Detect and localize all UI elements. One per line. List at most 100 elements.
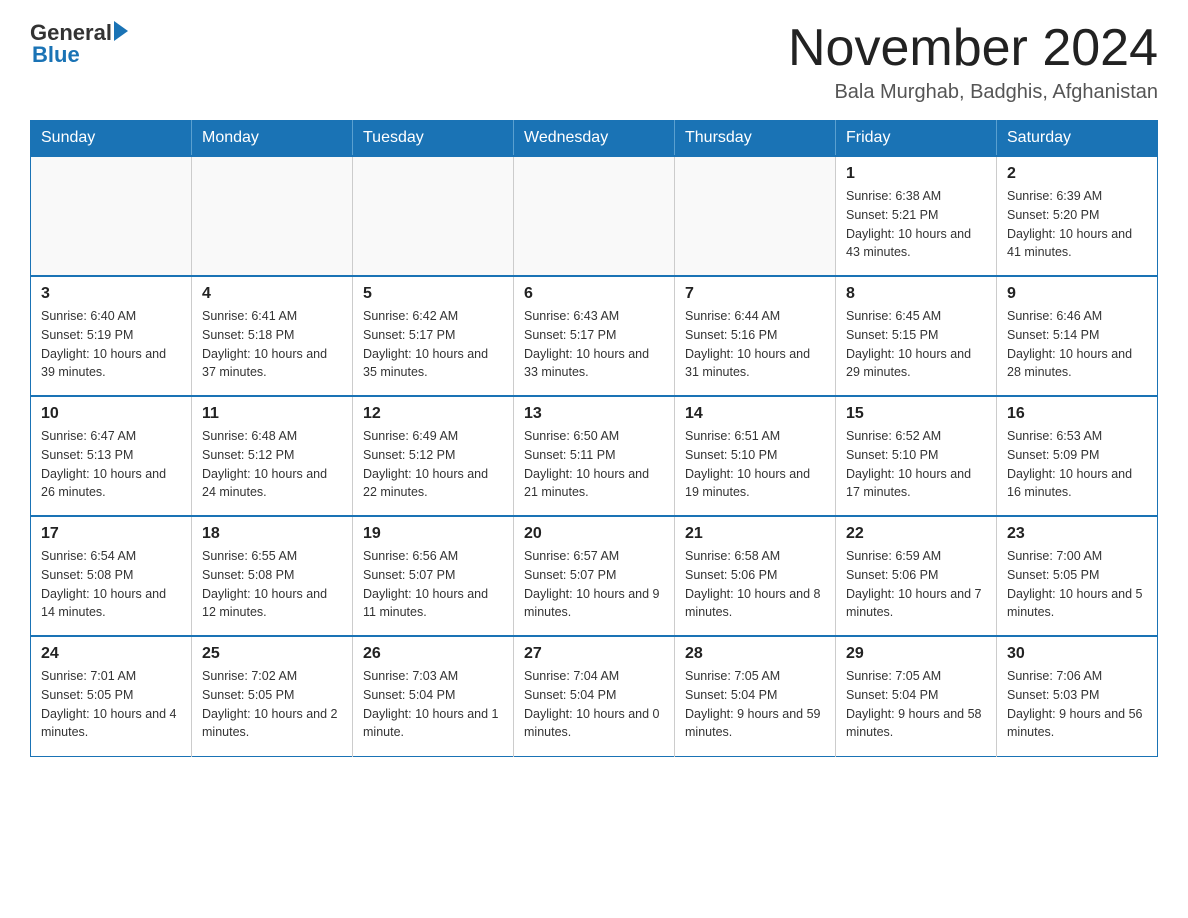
day-info: Sunrise: 6:48 AM Sunset: 5:12 PM Dayligh… bbox=[202, 427, 342, 502]
day-number: 21 bbox=[685, 525, 825, 543]
day-info: Sunrise: 6:40 AM Sunset: 5:19 PM Dayligh… bbox=[41, 307, 181, 382]
calendar-cell: 12 Sunrise: 6:49 AM Sunset: 5:12 PM Dayli… bbox=[353, 396, 514, 516]
header-monday: Monday bbox=[192, 121, 353, 157]
day-info: Sunrise: 6:59 AM Sunset: 5:06 PM Dayligh… bbox=[846, 547, 986, 622]
day-info: Sunrise: 7:00 AM Sunset: 5:05 PM Dayligh… bbox=[1007, 547, 1147, 622]
calendar-cell: 10Sunrise: 6:47 AM Sunset: 5:13 PM Dayli… bbox=[31, 396, 192, 516]
day-number: 14 bbox=[685, 405, 825, 423]
calendar-header-row: SundayMondayTuesdayWednesdayThursdayFrid… bbox=[31, 121, 1158, 157]
day-number: 30 bbox=[1007, 645, 1147, 663]
day-info: Sunrise: 7:05 AM Sunset: 5:04 PM Dayligh… bbox=[846, 667, 986, 742]
week-row-1: 1 Sunrise: 6:38 AM Sunset: 5:21 PM Daylig… bbox=[31, 156, 1158, 276]
day-info: Sunrise: 6:52 AM Sunset: 5:10 PM Dayligh… bbox=[846, 427, 986, 502]
day-info: Sunrise: 7:04 AM Sunset: 5:04 PM Dayligh… bbox=[524, 667, 664, 742]
day-info: Sunrise: 6:49 AM Sunset: 5:12 PM Dayligh… bbox=[363, 427, 503, 502]
calendar-cell: 26Sunrise: 7:03 AM Sunset: 5:04 PM Dayli… bbox=[353, 636, 514, 756]
day-info: Sunrise: 6:39 AM Sunset: 5:20 PM Dayligh… bbox=[1007, 187, 1147, 262]
day-info: Sunrise: 7:05 AM Sunset: 5:04 PM Dayligh… bbox=[685, 667, 825, 742]
calendar-cell: 13 Sunrise: 6:50 AM Sunset: 5:11 PM Dayli… bbox=[514, 396, 675, 516]
day-info: Sunrise: 6:58 AM Sunset: 5:06 PM Dayligh… bbox=[685, 547, 825, 622]
day-number: 28 bbox=[685, 645, 825, 663]
header-thursday: Thursday bbox=[675, 121, 836, 157]
day-number: 3 bbox=[41, 285, 181, 303]
calendar-cell: 7 Sunrise: 6:44 AM Sunset: 5:16 PM Daylig… bbox=[675, 276, 836, 396]
day-info: Sunrise: 7:02 AM Sunset: 5:05 PM Dayligh… bbox=[202, 667, 342, 742]
title-area: November 2024 Bala Murghab, Badghis, Afg… bbox=[788, 20, 1158, 104]
calendar-cell: 21 Sunrise: 6:58 AM Sunset: 5:06 PM Dayli… bbox=[675, 516, 836, 636]
calendar-cell: 17 Sunrise: 6:54 AM Sunset: 5:08 PM Dayli… bbox=[31, 516, 192, 636]
week-row-4: 17 Sunrise: 6:54 AM Sunset: 5:08 PM Dayli… bbox=[31, 516, 1158, 636]
calendar-cell: 28 Sunrise: 7:05 AM Sunset: 5:04 PM Dayli… bbox=[675, 636, 836, 756]
day-number: 17 bbox=[41, 525, 181, 543]
day-number: 13 bbox=[524, 405, 664, 423]
day-number: 5 bbox=[363, 285, 503, 303]
calendar-cell: 19Sunrise: 6:56 AM Sunset: 5:07 PM Dayli… bbox=[353, 516, 514, 636]
day-info: Sunrise: 6:55 AM Sunset: 5:08 PM Dayligh… bbox=[202, 547, 342, 622]
calendar-cell: 8 Sunrise: 6:45 AM Sunset: 5:15 PM Daylig… bbox=[836, 276, 997, 396]
day-number: 15 bbox=[846, 405, 986, 423]
calendar-cell: 18Sunrise: 6:55 AM Sunset: 5:08 PM Dayli… bbox=[192, 516, 353, 636]
day-info: Sunrise: 6:51 AM Sunset: 5:10 PM Dayligh… bbox=[685, 427, 825, 502]
calendar-cell: 3 Sunrise: 6:40 AM Sunset: 5:19 PM Daylig… bbox=[31, 276, 192, 396]
day-info: Sunrise: 6:42 AM Sunset: 5:17 PM Dayligh… bbox=[363, 307, 503, 382]
calendar-cell: 23 Sunrise: 7:00 AM Sunset: 5:05 PM Dayli… bbox=[997, 516, 1158, 636]
day-info: Sunrise: 6:50 AM Sunset: 5:11 PM Dayligh… bbox=[524, 427, 664, 502]
calendar-cell: 2 Sunrise: 6:39 AM Sunset: 5:20 PM Daylig… bbox=[997, 156, 1158, 276]
calendar-cell: 15 Sunrise: 6:52 AM Sunset: 5:10 PM Dayli… bbox=[836, 396, 997, 516]
day-info: Sunrise: 7:01 AM Sunset: 5:05 PM Dayligh… bbox=[41, 667, 181, 742]
calendar-cell: 27 Sunrise: 7:04 AM Sunset: 5:04 PM Dayli… bbox=[514, 636, 675, 756]
calendar-cell: 5 Sunrise: 6:42 AM Sunset: 5:17 PM Daylig… bbox=[353, 276, 514, 396]
day-number: 23 bbox=[1007, 525, 1147, 543]
day-number: 1 bbox=[846, 165, 986, 183]
calendar-cell bbox=[514, 156, 675, 276]
week-row-2: 3 Sunrise: 6:40 AM Sunset: 5:19 PM Daylig… bbox=[31, 276, 1158, 396]
calendar-cell: 25 Sunrise: 7:02 AM Sunset: 5:05 PM Dayli… bbox=[192, 636, 353, 756]
calendar-cell bbox=[31, 156, 192, 276]
day-info: Sunrise: 6:45 AM Sunset: 5:15 PM Dayligh… bbox=[846, 307, 986, 382]
logo-blue: Blue bbox=[30, 42, 80, 68]
day-number: 22 bbox=[846, 525, 986, 543]
day-number: 16 bbox=[1007, 405, 1147, 423]
day-info: Sunrise: 6:53 AM Sunset: 5:09 PM Dayligh… bbox=[1007, 427, 1147, 502]
day-info: Sunrise: 6:56 AM Sunset: 5:07 PM Dayligh… bbox=[363, 547, 503, 622]
day-number: 25 bbox=[202, 645, 342, 663]
day-number: 12 bbox=[363, 405, 503, 423]
calendar-cell: 22 Sunrise: 6:59 AM Sunset: 5:06 PM Dayli… bbox=[836, 516, 997, 636]
day-number: 6 bbox=[524, 285, 664, 303]
day-info: Sunrise: 6:54 AM Sunset: 5:08 PM Dayligh… bbox=[41, 547, 181, 622]
day-info: Sunrise: 6:43 AM Sunset: 5:17 PM Dayligh… bbox=[524, 307, 664, 382]
calendar-cell: 29 Sunrise: 7:05 AM Sunset: 5:04 PM Dayli… bbox=[836, 636, 997, 756]
day-number: 29 bbox=[846, 645, 986, 663]
day-info: Sunrise: 7:06 AM Sunset: 5:03 PM Dayligh… bbox=[1007, 667, 1147, 742]
day-number: 8 bbox=[846, 285, 986, 303]
calendar-cell: 24Sunrise: 7:01 AM Sunset: 5:05 PM Dayli… bbox=[31, 636, 192, 756]
day-number: 7 bbox=[685, 285, 825, 303]
calendar-cell: 6 Sunrise: 6:43 AM Sunset: 5:17 PM Daylig… bbox=[514, 276, 675, 396]
calendar-cell: 4 Sunrise: 6:41 AM Sunset: 5:18 PM Daylig… bbox=[192, 276, 353, 396]
day-number: 27 bbox=[524, 645, 664, 663]
day-info: Sunrise: 6:44 AM Sunset: 5:16 PM Dayligh… bbox=[685, 307, 825, 382]
day-number: 20 bbox=[524, 525, 664, 543]
day-number: 2 bbox=[1007, 165, 1147, 183]
week-row-5: 24Sunrise: 7:01 AM Sunset: 5:05 PM Dayli… bbox=[31, 636, 1158, 756]
logo-arrow-icon bbox=[114, 21, 128, 41]
day-info: Sunrise: 6:41 AM Sunset: 5:18 PM Dayligh… bbox=[202, 307, 342, 382]
header-saturday: Saturday bbox=[997, 121, 1158, 157]
day-info: Sunrise: 6:38 AM Sunset: 5:21 PM Dayligh… bbox=[846, 187, 986, 262]
day-info: Sunrise: 6:46 AM Sunset: 5:14 PM Dayligh… bbox=[1007, 307, 1147, 382]
header-tuesday: Tuesday bbox=[353, 121, 514, 157]
calendar-cell bbox=[192, 156, 353, 276]
calendar-cell bbox=[353, 156, 514, 276]
day-number: 26 bbox=[363, 645, 503, 663]
calendar-table: SundayMondayTuesdayWednesdayThursdayFrid… bbox=[30, 120, 1158, 757]
calendar-cell: 9Sunrise: 6:46 AM Sunset: 5:14 PM Daylig… bbox=[997, 276, 1158, 396]
week-row-3: 10Sunrise: 6:47 AM Sunset: 5:13 PM Dayli… bbox=[31, 396, 1158, 516]
header-friday: Friday bbox=[836, 121, 997, 157]
calendar-title: November 2024 bbox=[788, 20, 1158, 77]
day-number: 11 bbox=[202, 405, 342, 423]
calendar-cell: 14 Sunrise: 6:51 AM Sunset: 5:10 PM Dayli… bbox=[675, 396, 836, 516]
day-number: 10 bbox=[41, 405, 181, 423]
calendar-cell: 11 Sunrise: 6:48 AM Sunset: 5:12 PM Dayli… bbox=[192, 396, 353, 516]
header-sunday: Sunday bbox=[31, 121, 192, 157]
day-number: 4 bbox=[202, 285, 342, 303]
